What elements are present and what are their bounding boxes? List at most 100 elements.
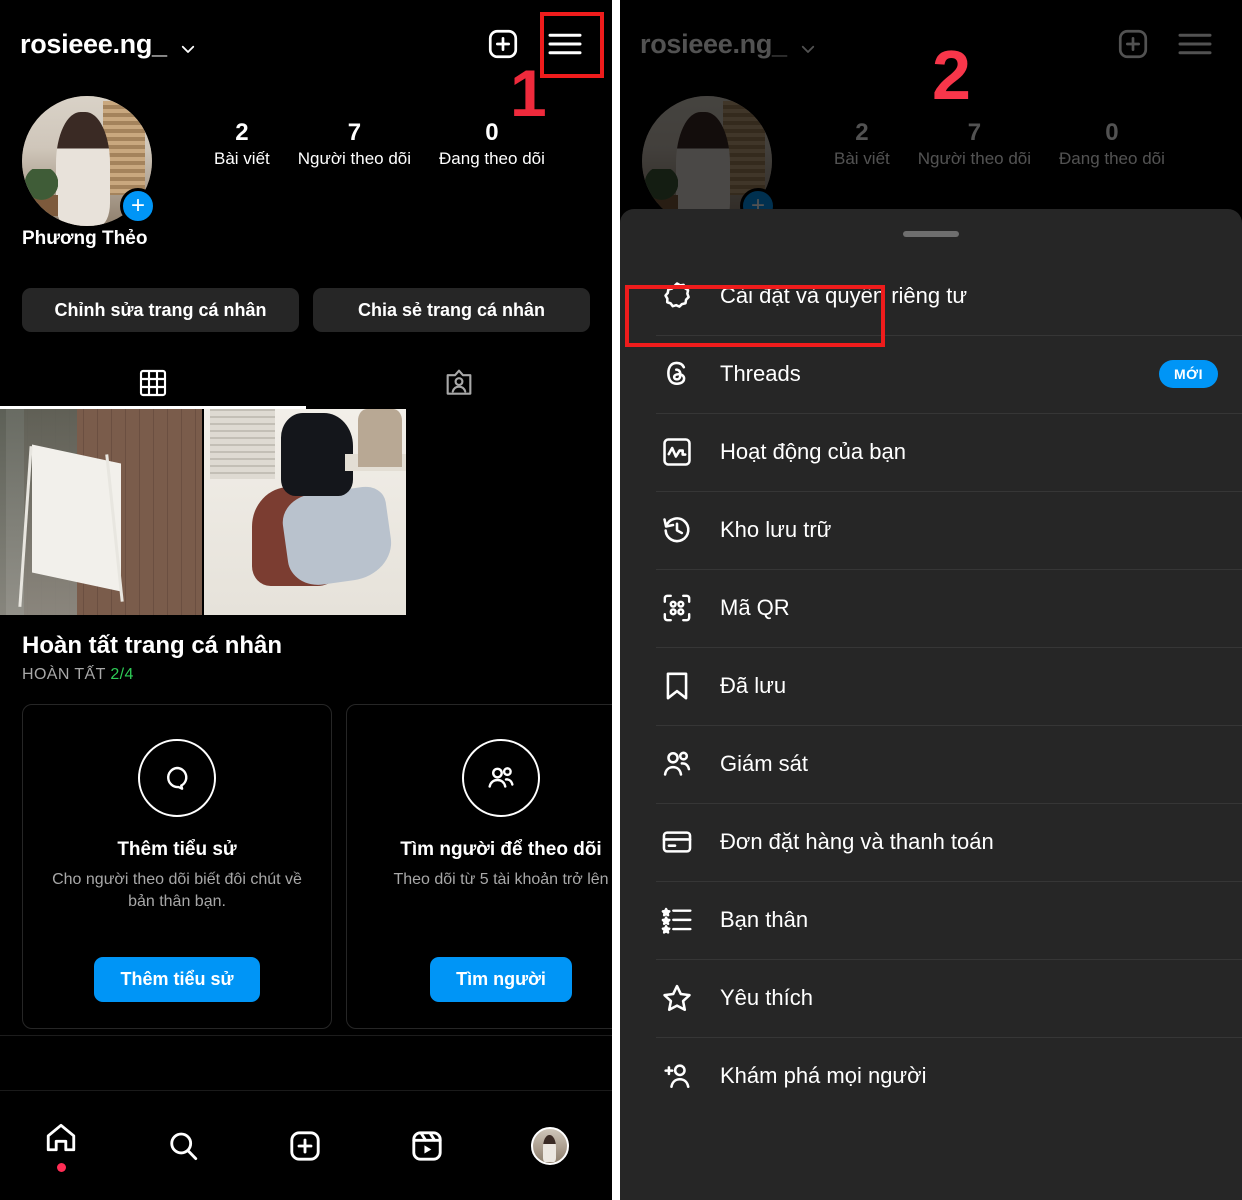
menu-item-label: Cài đặt và quyền riêng tư — [720, 283, 968, 308]
menu-item-label: Đơn đặt hàng và thanh toán — [720, 829, 994, 854]
stat-posts[interactable]: 2 Bài viết — [820, 118, 904, 170]
posts-grid — [0, 409, 612, 615]
threads-icon — [656, 357, 698, 391]
nav-reels[interactable] — [409, 1128, 445, 1164]
drag-handle[interactable] — [903, 231, 959, 237]
profile-action-buttons: Chỉnh sửa trang cá nhân Chia sẻ trang cá… — [0, 288, 612, 332]
username-title[interactable]: rosieee.ng_ — [640, 29, 787, 60]
stat-followers[interactable]: 7 Người theo dõi — [904, 118, 1045, 170]
archive-clock-icon — [656, 513, 698, 547]
menu-item-close-friends[interactable]: Bạn thân — [620, 881, 1242, 959]
avatar[interactable]: + — [22, 96, 156, 226]
add-person-icon — [656, 1059, 698, 1093]
stat-followers-value: 7 — [347, 119, 362, 146]
stat-following-value: 0 — [485, 119, 499, 146]
card-find-people-title: Tìm người để theo dõi — [400, 839, 602, 860]
left-top-bar: rosieee.ng_ — [0, 0, 612, 88]
post2-chair-back — [357, 409, 402, 467]
stat-followers-label: Người theo dõi — [297, 149, 412, 168]
stat-following-label: Đang theo dõi — [439, 149, 545, 168]
left-screen-profile: rosieee.ng_ + 2 Bài viết 7 Người theo dõ… — [0, 0, 612, 1200]
add-story-button[interactable]: + — [120, 188, 156, 224]
menu-item-discover-people[interactable]: Khám phá mọi người — [620, 1037, 1242, 1115]
profile-summary-row: + 2 Bài viết 7 Người theo dõi 0 Đang the… — [620, 96, 1242, 226]
nav-avatar-person — [542, 1134, 557, 1163]
card-add-bio[interactable]: Thêm tiểu sử Cho người theo dõi biết đôi… — [22, 704, 332, 1029]
menu-item-settings-privacy[interactable]: Cài đặt và quyền riêng tư — [620, 257, 1242, 335]
menu-bottom-sheet: Cài đặt và quyền riêng tư Threads MỚI Ho… — [620, 209, 1242, 1200]
find-people-button[interactable]: Tìm người — [430, 957, 572, 1002]
menu-item-qr-code[interactable]: Mã QR — [620, 569, 1242, 647]
profile-summary-row: + 2 Bài viết 7 Người theo dõi 0 Đang the… — [0, 96, 612, 226]
complete-progress-value: 2/4 — [110, 666, 134, 683]
search-icon — [165, 1128, 201, 1164]
complete-profile-title: Hoàn tất trang cá nhân — [22, 632, 283, 659]
right-screen-menu-sheet: rosieee.ng_ + 2 Bài viết 7 Người theo dõ… — [620, 0, 1242, 1200]
stat-following[interactable]: 0 Đang theo dõi — [1045, 118, 1179, 170]
menu-item-threads[interactable]: Threads MỚI — [620, 335, 1242, 413]
profile-tabs — [0, 357, 612, 409]
complete-progress-label: HOÀN TẤT — [22, 666, 106, 683]
nav-profile[interactable] — [531, 1126, 569, 1165]
tab-grid[interactable] — [0, 357, 306, 409]
status-badge-new: MỚI — [1159, 360, 1218, 388]
post-thumbnail[interactable] — [0, 409, 202, 615]
plus-box-icon[interactable] — [486, 27, 520, 61]
stat-posts-label: Bài viết — [214, 149, 270, 168]
supervision-people-icon — [656, 747, 698, 781]
qr-code-icon — [656, 591, 698, 625]
panel-separator — [612, 0, 620, 1200]
nav-home[interactable] — [43, 1119, 79, 1172]
card-find-people[interactable]: Tìm người để theo dõi Theo dõi từ 5 tài … — [346, 704, 612, 1029]
card-add-bio-title: Thêm tiểu sử — [117, 839, 237, 860]
section-divider — [0, 1035, 612, 1036]
menu-item-archive[interactable]: Kho lưu trữ — [620, 491, 1242, 569]
empty-grid-cell — [408, 409, 610, 615]
menu-item-orders-payments[interactable]: Đơn đặt hàng và thanh toán — [620, 803, 1242, 881]
home-icon — [43, 1119, 79, 1155]
home-notification-dot — [56, 1163, 66, 1172]
nav-search[interactable] — [165, 1128, 201, 1164]
stat-following-label: Đang theo dõi — [1059, 149, 1165, 168]
stat-posts[interactable]: 2 Bài viết — [200, 118, 284, 170]
bottom-navigation-bar — [0, 1090, 612, 1200]
post2-torso — [280, 413, 354, 496]
stat-posts-value: 2 — [855, 119, 869, 146]
people-icon — [462, 739, 540, 817]
menu-item-label: Mã QR — [720, 595, 790, 620]
stat-followers[interactable]: 7 Người theo dõi — [284, 118, 425, 170]
hamburger-menu-icon[interactable] — [1176, 29, 1214, 59]
menu-list: Cài đặt và quyền riêng tư Threads MỚI Ho… — [620, 257, 1242, 1115]
post-thumbnail[interactable] — [204, 409, 406, 615]
menu-item-label: Yêu thích — [720, 985, 813, 1010]
plus-box-icon — [287, 1128, 323, 1164]
username-title[interactable]: rosieee.ng_ — [20, 29, 167, 60]
menu-item-saved[interactable]: Đã lưu — [620, 647, 1242, 725]
star-icon — [656, 981, 698, 1015]
menu-item-supervision[interactable]: Giám sát — [620, 725, 1242, 803]
tab-tagged[interactable] — [306, 357, 612, 409]
gear-settings-icon — [656, 279, 698, 313]
profile-stats: 2 Bài viết 7 Người theo dõi 0 Đang theo … — [820, 118, 1179, 170]
activity-chart-icon — [656, 435, 698, 469]
edit-profile-button[interactable]: Chỉnh sửa trang cá nhân — [22, 288, 299, 332]
stat-following-value: 0 — [1105, 119, 1119, 146]
stat-posts-label: Bài viết — [834, 149, 890, 168]
reels-icon — [409, 1128, 445, 1164]
nav-create[interactable] — [287, 1128, 323, 1164]
menu-item-your-activity[interactable]: Hoạt động của bạn — [620, 413, 1242, 491]
chevron-down-icon[interactable] — [179, 40, 195, 56]
menu-item-favorites[interactable]: Yêu thích — [620, 959, 1242, 1037]
credit-card-icon — [656, 825, 698, 859]
share-profile-button[interactable]: Chia sẻ trang cá nhân — [313, 288, 590, 332]
stat-following[interactable]: 0 Đang theo dõi — [425, 118, 559, 170]
complete-profile-progress: HOÀN TẤT 2/4 — [22, 666, 134, 684]
plus-box-icon[interactable] — [1116, 27, 1150, 61]
chevron-down-icon[interactable] — [799, 40, 815, 56]
hamburger-menu-icon[interactable] — [546, 29, 584, 59]
add-bio-button[interactable]: Thêm tiểu sử — [94, 957, 260, 1002]
stat-followers-value: 7 — [967, 119, 982, 146]
avatar[interactable]: + — [642, 96, 776, 226]
bookmark-icon — [656, 669, 698, 703]
post2-blinds — [210, 409, 275, 480]
